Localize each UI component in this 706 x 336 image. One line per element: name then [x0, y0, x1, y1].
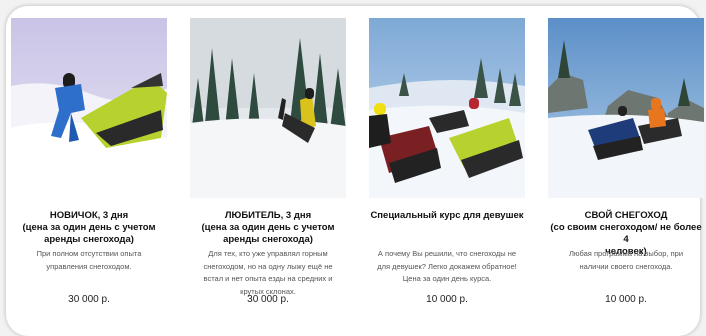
card-amateur[interactable]: ЛЮБИТЕЛЬ, 3 дня (цена за один день с уче…: [190, 18, 346, 304]
card-price: 10 000 р.: [426, 294, 468, 305]
card-photo-own-snowmobile: [548, 18, 704, 198]
card-women-course[interactable]: Специальный курс для девушек А почему Вы…: [369, 18, 525, 304]
card-title: Специальный курс для девушек: [370, 210, 524, 221]
card-novice[interactable]: НОВИЧОК, 3 дня (цена за один день с учет…: [11, 18, 167, 304]
card-title: СВОЙ СНЕГОХОД (со своим снегоходом/ не б…: [550, 210, 702, 257]
card-title: ЛЮБИТЕЛЬ, 3 дня (цена за один день с уче…: [201, 210, 335, 245]
card-photo-novice: [11, 18, 167, 198]
card-price: 30 000 р.: [68, 294, 110, 305]
card-title: НОВИЧОК, 3 дня (цена за один день с учет…: [22, 210, 156, 245]
card-price: 30 000 р.: [247, 294, 289, 305]
card-photo-women-course: [369, 18, 525, 198]
card-photo-amateur: [190, 18, 346, 198]
card-own-snowmobile[interactable]: СВОЙ СНЕГОХОД (со своим снегоходом/ не б…: [548, 18, 704, 304]
card-price: 10 000 р.: [605, 294, 647, 305]
